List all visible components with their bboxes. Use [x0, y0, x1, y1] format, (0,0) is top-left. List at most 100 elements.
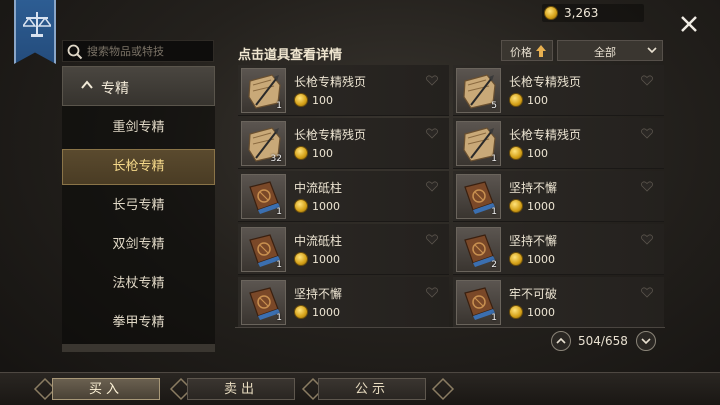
- chevron-down-icon: [647, 47, 657, 54]
- item-icon-frame: 1: [241, 68, 286, 113]
- gold-coin-icon: [509, 305, 523, 319]
- item-price: 100: [312, 147, 333, 160]
- search-input[interactable]: [87, 43, 211, 59]
- item-price: 1000: [312, 253, 340, 266]
- search-icon: [67, 44, 83, 60]
- category-item-dual-swords[interactable]: 双剑专精: [62, 227, 215, 263]
- arrow-up-icon: [536, 45, 546, 57]
- item-price: 100: [527, 94, 548, 107]
- item-quantity: 1: [276, 260, 282, 270]
- favorite-heart-icon[interactable]: [641, 128, 653, 139]
- listing-slot[interactable]: 1 长枪专精残页 100: [238, 65, 449, 116]
- gold-coin-icon: [509, 199, 523, 213]
- item-name: 牢不可破: [509, 287, 558, 301]
- gold-coin-icon: [294, 252, 308, 266]
- item-quantity: 1: [276, 207, 282, 217]
- item-icon-frame: 32: [241, 121, 286, 166]
- sort-label: 价格: [510, 46, 532, 59]
- tab-buy[interactable]: 买入: [52, 378, 160, 400]
- item-icon-frame: 1: [241, 227, 286, 272]
- favorite-heart-icon[interactable]: [641, 75, 653, 86]
- item-icon-frame: 1: [456, 121, 501, 166]
- item-name: 长枪专精残页: [509, 75, 582, 89]
- item-price: 100: [527, 147, 548, 160]
- chevron-down-icon: [641, 338, 651, 345]
- category-item-longbow[interactable]: 长弓专精: [62, 188, 215, 224]
- item-quantity: 1: [491, 154, 497, 164]
- item-price: 100: [312, 94, 333, 107]
- gold-coin-icon: [509, 252, 523, 266]
- gold-coin-icon: [294, 305, 308, 319]
- listing-slot[interactable]: 1 中流砥柱 1000: [238, 171, 449, 222]
- page-indicator: 504/658: [578, 334, 628, 348]
- item-price: 1000: [312, 200, 340, 213]
- item-name: 长枪专精残页: [509, 128, 582, 142]
- listing-slot[interactable]: 1 中流砥柱 1000: [238, 224, 449, 275]
- category-item-staff[interactable]: 法杖专精: [62, 266, 215, 302]
- listing-slot[interactable]: 5 长枪专精残页 100: [453, 65, 664, 116]
- listing-slot[interactable]: 32 长枪专精残页 100: [238, 118, 449, 169]
- close-button[interactable]: [679, 14, 699, 34]
- chevron-up-icon: [81, 80, 93, 89]
- filter-dropdown[interactable]: 全部: [557, 40, 663, 61]
- sort-by-price-button[interactable]: 价格: [501, 40, 553, 61]
- gold-coin-icon: [294, 199, 308, 213]
- favorite-heart-icon[interactable]: [426, 234, 438, 245]
- favorite-heart-icon[interactable]: [641, 181, 653, 192]
- item-quantity: 5: [491, 101, 497, 111]
- gold-coin-icon: [294, 93, 308, 107]
- item-icon-frame: 1: [241, 174, 286, 219]
- currency-amount: 3,263: [564, 6, 599, 20]
- item-quantity: 1: [491, 313, 497, 323]
- category-item-greatsword[interactable]: 重剑专精: [62, 110, 215, 146]
- item-price: 1000: [527, 200, 555, 213]
- tab-public-notice[interactable]: 公示: [318, 378, 426, 400]
- item-icon-frame: 1: [241, 280, 286, 325]
- item-quantity: 32: [270, 154, 282, 164]
- close-icon: [681, 16, 697, 32]
- item-quantity: 1: [491, 207, 497, 217]
- listing-slot[interactable]: 1 坚持不懈 1000: [238, 277, 449, 328]
- item-name: 坚持不懈: [509, 234, 558, 248]
- item-price: 1000: [312, 306, 340, 319]
- favorite-heart-icon[interactable]: [426, 287, 438, 298]
- gold-coin-icon: [509, 93, 523, 107]
- listing-grid: 1 长枪专精残页 100 5 长枪专精残页 100 32 长枪专精残页 100 …: [235, 65, 665, 328]
- listing-slot[interactable]: 1 长枪专精残页 100: [453, 118, 664, 169]
- item-icon-frame: 1: [456, 280, 501, 325]
- page-next-button[interactable]: [636, 331, 656, 351]
- item-name: 坚持不懈: [294, 287, 343, 301]
- item-name: 长枪专精残页: [294, 75, 367, 89]
- favorite-heart-icon[interactable]: [641, 234, 653, 245]
- favorite-heart-icon[interactable]: [641, 287, 653, 298]
- category-panel: 专精 重剑专精 长枪专精 长弓专精 双剑专精 法杖专精 拳甲专精: [62, 66, 215, 352]
- ornament-icon: [431, 377, 455, 401]
- item-quantity: 2: [491, 260, 497, 270]
- item-price: 1000: [527, 253, 555, 266]
- chevron-up-icon: [556, 337, 566, 344]
- category-item-gauntlet[interactable]: 拳甲专精: [62, 305, 215, 341]
- grid-divider: [235, 327, 665, 328]
- item-quantity: 1: [276, 101, 282, 111]
- item-name: 中流砥柱: [294, 181, 343, 195]
- favorite-heart-icon[interactable]: [426, 75, 438, 86]
- currency-display: 3,263: [542, 4, 644, 22]
- category-item-spear[interactable]: 长枪专精: [62, 149, 215, 185]
- search-box[interactable]: [62, 40, 214, 62]
- tab-sell[interactable]: 卖出: [187, 378, 295, 400]
- item-name: 长枪专精残页: [294, 128, 367, 142]
- gold-coin-icon: [544, 6, 558, 20]
- page-prev-button[interactable]: [551, 331, 571, 351]
- tap-item-hint: 点击道具查看详情: [238, 48, 343, 63]
- listing-slot[interactable]: 2 坚持不懈 1000: [453, 224, 664, 275]
- listing-slot[interactable]: 1 坚持不懈 1000: [453, 171, 664, 222]
- item-name: 中流砥柱: [294, 234, 343, 248]
- favorite-heart-icon[interactable]: [426, 128, 438, 139]
- category-header-mastery[interactable]: 专精: [62, 66, 215, 106]
- item-icon-frame: 2: [456, 227, 501, 272]
- favorite-heart-icon[interactable]: [426, 181, 438, 192]
- gold-coin-icon: [509, 146, 523, 160]
- listing-slot[interactable]: 1 牢不可破 1000: [453, 277, 664, 328]
- category-panel-scroll-edge: [62, 344, 215, 352]
- filter-selected: 全部: [594, 46, 616, 59]
